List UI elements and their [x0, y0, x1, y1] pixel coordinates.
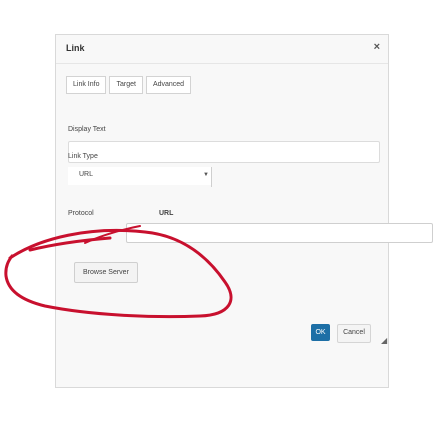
link-type-value: URL: [79, 171, 94, 178]
url-input[interactable]: [126, 223, 433, 243]
dialog-title: Link: [66, 43, 85, 53]
url-label: URL: [159, 210, 174, 217]
dropdown-arrow-icon: ▼: [203, 172, 209, 178]
select-divider: [211, 167, 212, 187]
resize-handle-icon[interactable]: ◢: [381, 336, 387, 345]
cancel-button[interactable]: Cancel: [337, 324, 371, 343]
display-text-label: Display Text: [68, 126, 106, 133]
ok-button[interactable]: OK: [311, 324, 330, 341]
close-icon[interactable]: ×: [374, 41, 380, 53]
tab-target[interactable]: Target: [109, 76, 143, 94]
link-type-label: Link Type: [68, 153, 98, 160]
display-text-input[interactable]: [68, 141, 380, 163]
tab-link-info[interactable]: Link Info: [66, 76, 107, 94]
link-dialog: Link × Link Info Target Advanced Display…: [55, 34, 433, 388]
protocol-label: Protocol: [68, 210, 94, 217]
dialog-titlebar[interactable]: Link ×: [56, 35, 388, 64]
browse-server-button[interactable]: Browse Server: [74, 262, 138, 283]
dialog-tabs: Link Info Target Advanced: [66, 76, 194, 94]
link-type-select[interactable]: URL ▼: [68, 167, 212, 187]
tab-advanced[interactable]: Advanced: [145, 76, 192, 94]
